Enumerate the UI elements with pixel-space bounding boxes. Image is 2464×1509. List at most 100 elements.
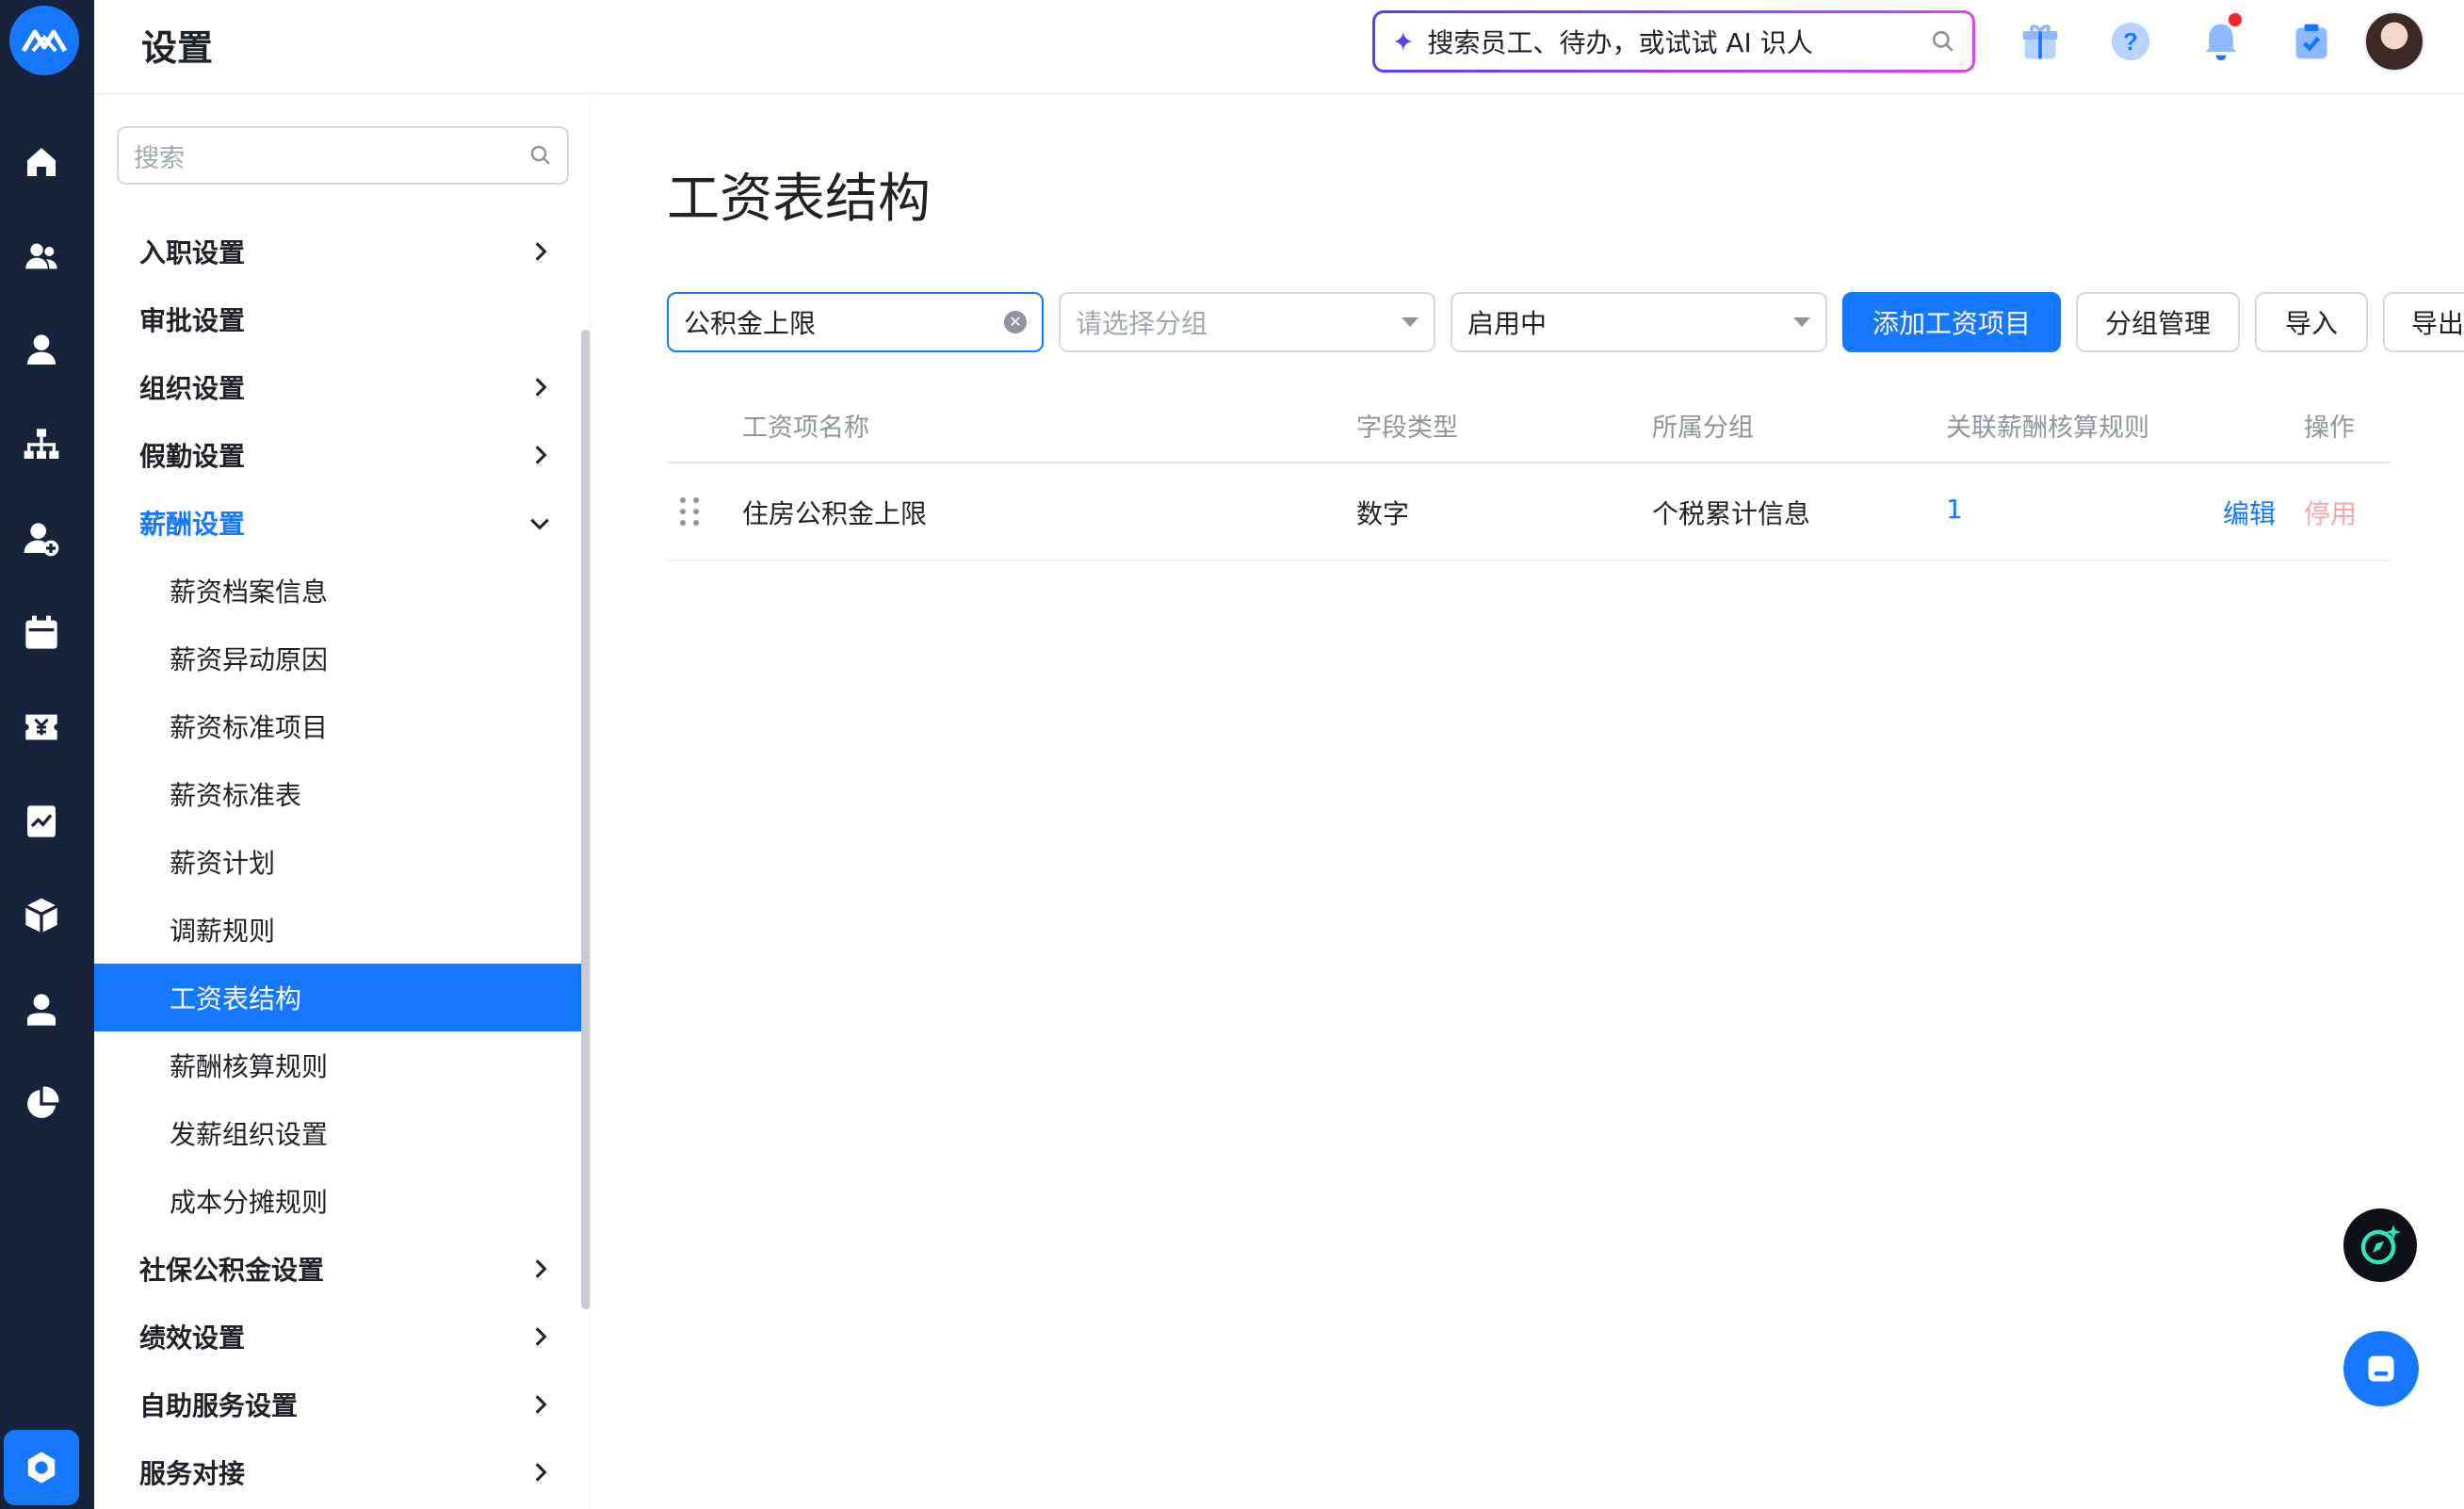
sidebar-item-compensation[interactable]: 薪酬设置 [94,489,581,557]
chevron-down-icon [527,511,552,535]
sidebar-item-label: 薪资异动原因 [170,644,329,675]
home-icon[interactable] [21,141,62,183]
column-header-field-type: 字段类型 [1356,414,1458,443]
team-icon[interactable] [21,235,62,277]
task-check-icon[interactable] [2289,19,2334,64]
sidebar-item-payroll-structure[interactable]: 工资表结构 [94,964,581,1031]
svg-text:?: ? [2123,29,2138,56]
sidebar-item-org[interactable]: 组织设置 [94,353,581,421]
import-button[interactable]: 导入 [2255,292,2368,352]
settings-sidebar: 搜索 入职设置审批设置组织设置假勤设置薪酬设置薪资档案信息 薪资异动原因 薪资标准项… [94,94,591,1509]
sidebar-item-social-security[interactable]: 社保公积金设置 [94,1235,581,1303]
customer-service-button[interactable] [2343,1331,2419,1406]
app-rail [0,0,94,1509]
sidebar-item-attendance[interactable]: 假勤设置 [94,421,581,489]
chevron-right-icon [527,1324,552,1349]
sidebar-search-placeholder: 搜索 [134,143,185,173]
cube-icon[interactable] [21,895,62,936]
sidebar-item-label: 薪资标准项目 [170,712,329,743]
notification-bell-icon[interactable] [2198,13,2244,64]
column-header-group: 所属分组 [1652,414,1754,443]
ai-assistant-button[interactable] [2343,1209,2417,1282]
user-icon[interactable] [21,330,62,371]
sidebar-item-label: 薪资计划 [170,848,276,879]
report-icon[interactable] [21,801,62,842]
sidebar-item-service-integration[interactable]: 服务对接 [94,1438,581,1506]
page-title: 工资表结构 [667,169,931,230]
sidebar-item-label: 入职设置 [139,237,246,268]
keyword-search-input[interactable]: 公积金上限 ✕ [667,292,1044,352]
salary-icon[interactable] [21,706,62,748]
sidebar-item-salary-profile[interactable]: 薪资档案信息 [94,557,581,625]
keyword-search-value: 公积金上限 [684,308,817,339]
cell-group: 个税累计信息 [1652,498,1811,529]
sidebar-item-self-service[interactable]: 自助服务设置 [94,1371,581,1438]
status-select[interactable]: 启用中 [1451,292,1827,352]
sidebar-item-pay-org[interactable]: 发薪组织设置 [94,1099,581,1167]
sidebar-item-label: 薪资档案信息 [170,576,329,608]
chevron-right-icon [527,1460,552,1485]
related-rules-link[interactable]: 1 [1946,494,1963,525]
edit-link[interactable]: 编辑 [2223,494,2276,531]
sidebar-item-label: 调薪规则 [170,916,276,947]
user-add-icon[interactable] [21,518,62,560]
table-row: 住房公积金上限 数字 个税累计信息 1 编辑 停用 [667,463,2391,561]
sidebar-item-salary-plan[interactable]: 薪资计划 [94,828,581,896]
sidebar-item-salary-standard-items[interactable]: 薪资标准项目 [94,692,581,760]
sidebar-item-cost-allocation[interactable]: 成本分摊规则 [94,1167,581,1235]
sidebar-item-label: 组织设置 [139,373,246,404]
sidebar-item-label: 审批设置 [139,305,246,336]
calendar-icon[interactable] [21,612,62,654]
main-content: 工资表结构 公积金上限 ✕ 请选择分组 启用中 添加工资项目 分组管理 导入 导… [592,94,2464,1509]
sidebar-item-salary-standard-table[interactable]: 薪资标准表 [94,760,581,828]
sidebar-item-salary-change-reason[interactable]: 薪资异动原因 [94,625,581,692]
header-title: 设置 [141,27,214,69]
clear-icon[interactable]: ✕ [1004,311,1027,333]
avatar[interactable] [2364,11,2424,72]
export-button[interactable]: 导出 [2383,292,2464,352]
sidebar-item-label: 绩效设置 [139,1322,246,1354]
chevron-right-icon [527,239,552,264]
column-header-related-rules: 关联薪酬核算规则 [1946,414,2149,443]
caret-down-icon [1402,317,1418,327]
cell-name: 住房公积金上限 [742,498,928,529]
settings-icon[interactable] [4,1430,79,1505]
sidebar-item-performance[interactable]: 绩效设置 [94,1303,581,1371]
ai-compass-icon [2360,1225,2401,1265]
sidebar-item-approval[interactable]: 审批设置 [94,285,581,353]
ai-sparkle-icon: ✦ [1392,25,1415,57]
add-salary-item-button[interactable]: 添加工资项目 [1842,292,2061,352]
global-search-placeholder: 搜索员工、待办，或试试 AI 识人 [1427,27,1813,58]
disable-link[interactable]: 停用 [2304,494,2357,531]
help-icon[interactable]: ? [2108,19,2153,64]
search-icon [530,145,550,165]
sidebar-item-adjustment-rules[interactable]: 调薪规则 [94,896,581,964]
sidebar-item-label: 工资表结构 [170,983,302,1014]
chevron-right-icon [527,1392,552,1417]
pie-chart-icon[interactable] [21,1083,62,1125]
sidebar-item-label: 薪酬设置 [139,509,246,540]
search-icon[interactable] [1931,29,1955,54]
caret-down-icon [1793,317,1810,327]
global-search[interactable]: ✦ 搜索员工、待办，或试试 AI 识人 [1372,10,1975,73]
sidebar-item-label: 社保公积金设置 [139,1255,325,1286]
gift-icon[interactable] [2018,19,2063,64]
sidebar-item-onboarding[interactable]: 入职设置 [94,218,581,285]
app-logo[interactable] [9,6,79,75]
column-header-name: 工资项名称 [742,414,869,443]
top-header: 设置 ✦ 搜索员工、待办，或试试 AI 识人 ? [94,0,2464,94]
sidebar-item-payroll-calc-rules[interactable]: 薪酬核算规则 [94,1031,581,1099]
sidebar-search-input[interactable]: 搜索 [117,126,569,185]
sidebar-scrollbar[interactable] [581,330,590,1309]
table-header: 工资项名称 字段类型 所属分组 关联薪酬核算规则 操作 [667,386,2391,463]
notification-dot [2229,13,2242,26]
drag-handle-icon[interactable] [678,497,705,527]
group-select[interactable]: 请选择分组 [1059,292,1435,352]
group-manage-button[interactable]: 分组管理 [2076,292,2240,352]
sidebar-item-label: 服务对接 [139,1458,246,1489]
chevron-right-icon [527,1257,552,1281]
org-chart-icon[interactable] [21,424,62,465]
logo-icon [21,29,68,53]
profile-icon[interactable] [21,989,62,1030]
chevron-right-icon [527,375,552,399]
